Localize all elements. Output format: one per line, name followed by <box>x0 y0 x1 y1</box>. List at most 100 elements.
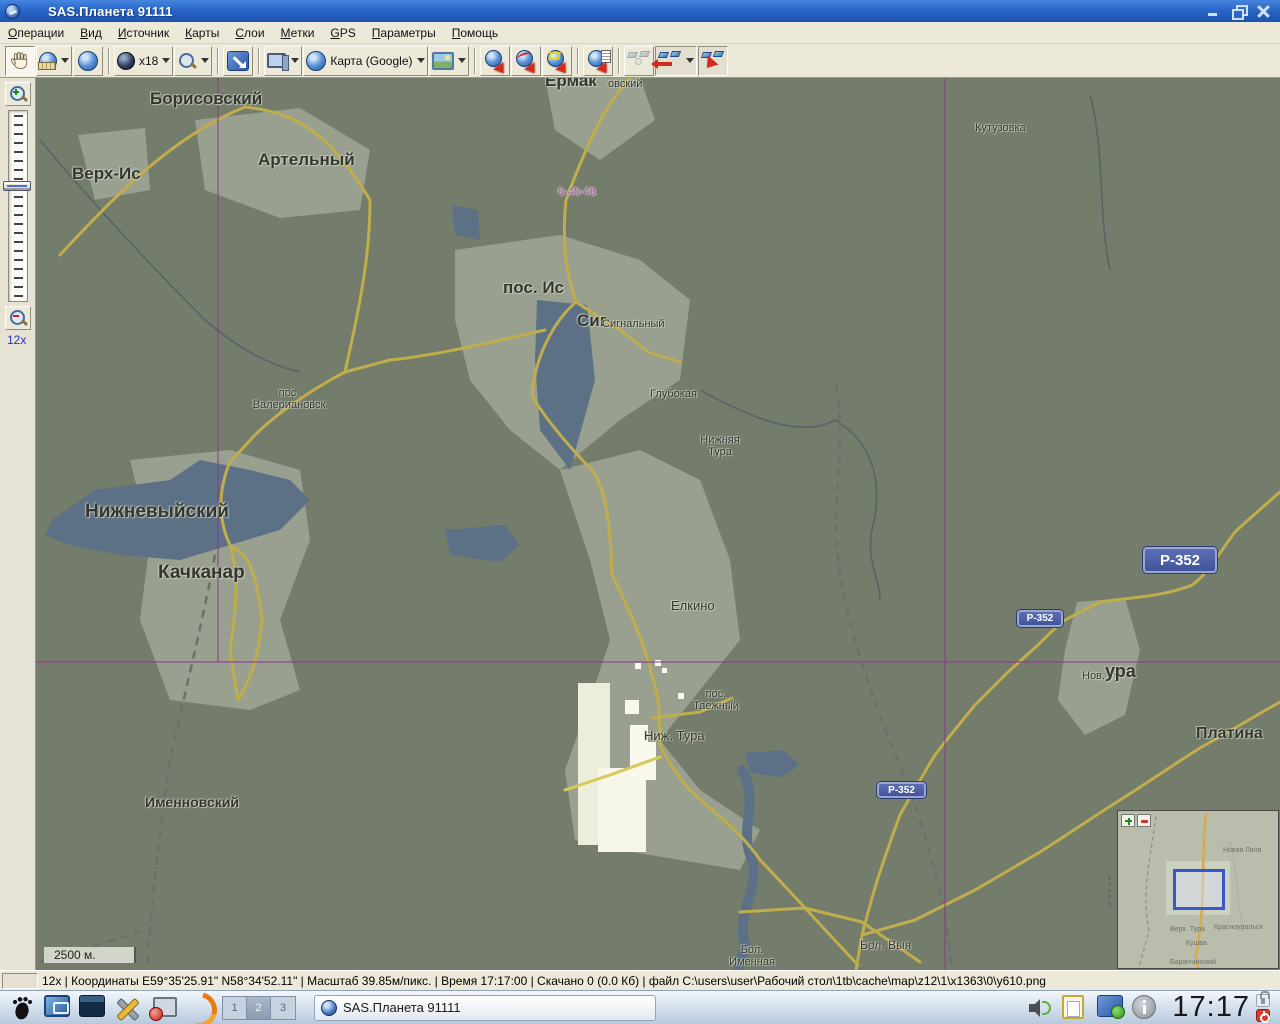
task-button-label: SAS.Планета 91111 <box>343 1000 461 1015</box>
fullscreen-button[interactable] <box>223 46 253 76</box>
menu-help[interactable]: Помощь <box>444 23 506 43</box>
gnome-menu-icon[interactable] <box>9 995 35 1021</box>
measure-button[interactable] <box>36 46 72 76</box>
taskbar-clock[interactable]: 17:17 <box>1172 991 1250 1024</box>
volume-icon[interactable] <box>1029 997 1053 1019</box>
toolbar-separator <box>577 48 579 74</box>
tools-icon[interactable] <box>114 995 140 1021</box>
workspace-switcher: 1 2 3 <box>222 996 296 1020</box>
close-button[interactable] <box>1255 4 1272 19</box>
window-title: SAS.Планета 91111 <box>48 4 173 19</box>
toolbar: x18 Карта (Google) <box>0 44 1280 78</box>
minimap-label: Новая Ляля <box>1223 847 1261 854</box>
dropdown-arrow[interactable] <box>61 58 69 63</box>
shutdown-icon[interactable] <box>1256 1009 1270 1022</box>
gps-connect-button[interactable] <box>624 46 654 76</box>
dropdown-arrow[interactable] <box>417 58 425 63</box>
minimap-label: Красноуральск <box>1214 924 1263 931</box>
map-type-button[interactable]: Карта (Google) <box>303 46 427 76</box>
shield-layer: Р-352 Р-352 Р-352 <box>36 78 1280 970</box>
screenshot-tool-icon[interactable] <box>149 995 175 1021</box>
road-shield: Р-352 <box>877 782 926 798</box>
toolbar-separator <box>618 48 620 74</box>
download-selection-button[interactable] <box>480 46 510 76</box>
status-cell <box>2 973 38 989</box>
scale-bar-label: 2500 м. <box>54 948 96 962</box>
menu-marks[interactable]: Метки <box>273 23 323 43</box>
download-list-button[interactable] <box>583 46 613 76</box>
toolbar-separator <box>217 48 219 74</box>
download-list-icon <box>587 50 609 72</box>
gps-track-back-button[interactable] <box>655 46 697 76</box>
firefox-icon[interactable] <box>184 995 210 1021</box>
lock-screen-icon[interactable] <box>1256 994 1270 1007</box>
menu-settings[interactable]: Параметры <box>364 23 444 43</box>
dropdown-arrow[interactable] <box>686 58 694 63</box>
window-titlebar[interactable]: SAS.Планета 91111 <box>0 0 1280 22</box>
satellite-record-icon <box>701 51 725 71</box>
toolbar-separator <box>474 48 476 74</box>
zoom-slider-thumb[interactable] <box>3 181 31 191</box>
menu-source[interactable]: Источник <box>110 23 177 43</box>
pan-button[interactable] <box>5 46 35 76</box>
taskbar-window-button[interactable]: SAS.Планета 91111 <box>314 995 656 1021</box>
search-icon <box>177 51 197 71</box>
scale-bar-tick <box>134 947 136 963</box>
desktop: SAS.Планета 91111 Операции Вид Источник … <box>0 0 1280 1024</box>
map-view[interactable]: ЕрмаковскийБорисовскийВерх-ИсАртельныйКу… <box>36 78 1280 970</box>
layers-button[interactable] <box>429 46 469 76</box>
road-shield: Р-352 <box>1017 610 1063 627</box>
statusbar: 12x | Координаты E59°35'25.91" N58°34'52… <box>0 970 1280 990</box>
road-shield: Р-352 <box>1143 547 1217 573</box>
minimize-button[interactable] <box>1205 4 1222 19</box>
restore-button[interactable] <box>1230 4 1247 19</box>
download-polygon-button[interactable] <box>542 46 572 76</box>
minimap-label: Кушва <box>1186 940 1207 947</box>
globe-icon <box>78 51 98 71</box>
dropdown-arrow[interactable] <box>201 58 209 63</box>
zoom-caption: 12x <box>7 333 26 347</box>
scale-bar: 2500 м. <box>44 947 136 963</box>
workspace-3[interactable]: 3 <box>271 997 295 1019</box>
zoom-out-button[interactable] <box>5 306 31 330</box>
dropdown-arrow[interactable] <box>291 58 299 63</box>
download-path-button[interactable] <box>511 46 541 76</box>
minimap-label: Верх. Тура <box>1170 926 1205 933</box>
map-type-label: Карта (Google) <box>330 54 412 68</box>
menu-maps[interactable]: Карты <box>177 23 227 43</box>
slider-ticks <box>14 115 23 297</box>
zoom-level-button[interactable]: x18 <box>114 46 173 76</box>
minimap-drag-handle[interactable] <box>1108 876 1111 906</box>
search-button[interactable] <box>174 46 212 76</box>
minimap[interactable]: Новая ЛяляВерх. ТураКрасноуральскКушваБа… <box>1117 810 1279 969</box>
zoom-in-button[interactable] <box>5 82 31 106</box>
clipboard-icon[interactable] <box>1062 995 1088 1021</box>
terminal-icon[interactable] <box>79 995 105 1021</box>
menu-gps[interactable]: GPS <box>322 23 363 43</box>
dropdown-arrow[interactable] <box>458 58 466 63</box>
dropdown-arrow[interactable] <box>162 58 170 63</box>
toolbar-separator <box>108 48 110 74</box>
computer-icon <box>267 51 287 71</box>
full-extent-button[interactable] <box>73 46 103 76</box>
workspace-1[interactable]: 1 <box>223 997 247 1019</box>
app-icon <box>5 4 20 19</box>
zoom-slider[interactable] <box>8 110 28 302</box>
zoom-panel: 12x <box>0 78 36 970</box>
gps-record-button[interactable] <box>698 46 728 76</box>
menu-layers[interactable]: Слои <box>227 23 272 43</box>
info-icon[interactable] <box>1132 995 1158 1021</box>
download-globe-icon <box>484 50 506 72</box>
updates-ok-icon[interactable] <box>1097 995 1123 1021</box>
task-app-icon <box>321 1000 337 1016</box>
minimap-label-layer: Новая ЛяляВерх. ТураКрасноуральскКушваБа… <box>1118 811 1278 968</box>
workspace-2[interactable]: 2 <box>247 997 271 1019</box>
menu-view[interactable]: Вид <box>72 23 110 43</box>
status-text: 12x | Координаты E59°35'25.91" N58°34'52… <box>42 974 1046 988</box>
satellite-back-icon <box>658 51 682 71</box>
zoom-level-label: x18 <box>139 54 158 68</box>
source-button[interactable] <box>264 46 302 76</box>
zoom-out-icon <box>8 308 28 328</box>
menu-operations[interactable]: Операции <box>0 23 72 43</box>
display-settings-icon[interactable] <box>44 995 70 1021</box>
